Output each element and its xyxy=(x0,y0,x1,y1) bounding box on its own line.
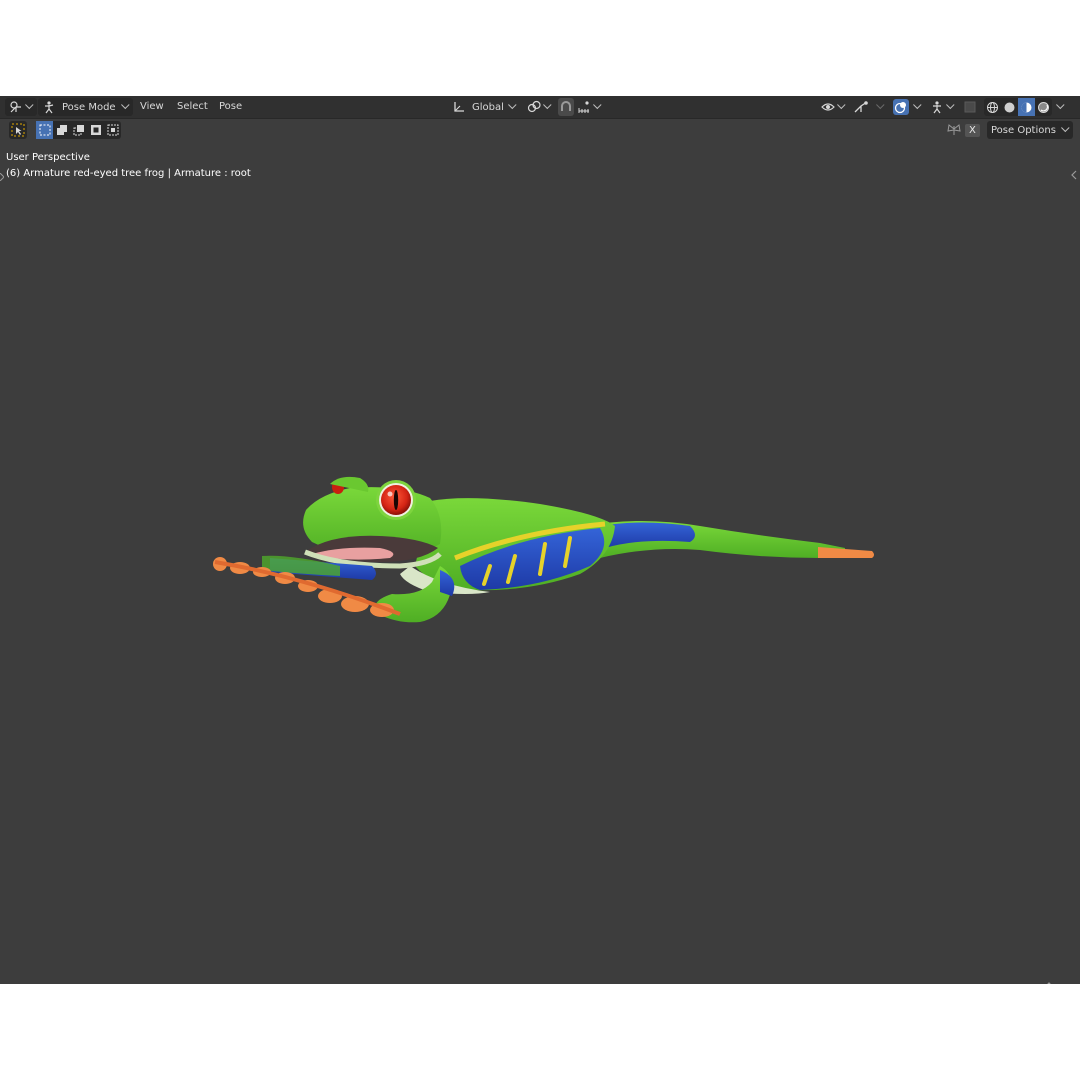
frog-model[interactable] xyxy=(0,96,1080,984)
3d-viewport[interactable]: Pose Mode View Select Pose Global X Pose… xyxy=(0,96,1080,984)
frog-hind-foot xyxy=(818,547,874,558)
